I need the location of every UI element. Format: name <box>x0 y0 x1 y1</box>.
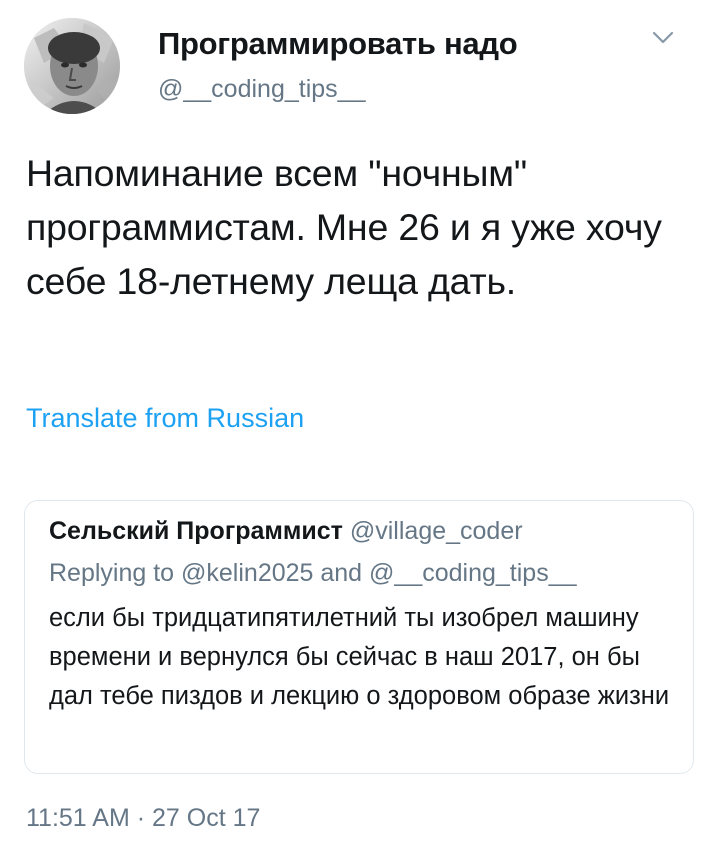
quoted-tweet-card[interactable]: Сельский Программист @village_coder Repl… <box>24 500 694 774</box>
replying-to-text: Replying to @kelin2025 and @__coding_tip… <box>49 559 577 587</box>
quoted-tweet-text: если бы тридцатипятилетний ты изобрел ма… <box>49 604 670 710</box>
author-display-name[interactable]: Программировать надо <box>158 26 518 62</box>
tweet-timestamp[interactable]: 11:51 AM · 27 Oct 17 <box>26 804 260 833</box>
avatar[interactable] <box>24 18 120 114</box>
quoted-author-handle: @village_coder <box>349 517 523 545</box>
quoted-author-name: Сельский Программист <box>49 517 343 545</box>
tweet-text: Напоминание всем "ночным" программистам.… <box>26 152 662 302</box>
author-handle[interactable]: @__coding_tips__ <box>158 75 365 104</box>
profile-photo-icon <box>24 18 120 114</box>
quoted-tweet-header: Сельский Программист @village_coder <box>49 517 523 546</box>
translate-link[interactable]: Translate from Russian <box>26 403 304 434</box>
tweet-menu-button[interactable] <box>648 26 678 50</box>
chevron-down-icon <box>652 31 674 44</box>
